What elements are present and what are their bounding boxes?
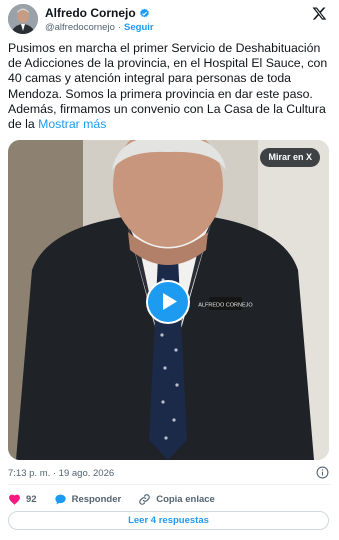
- reply-label: Responder: [71, 493, 122, 505]
- divider: [8, 484, 331, 485]
- tweet-card: Alfredo Cornejo @alfredocornejo · Seguir…: [0, 0, 339, 540]
- follow-button[interactable]: Seguir: [124, 22, 154, 33]
- heart-icon: [9, 494, 20, 505]
- copy-link-label: Copia enlace: [156, 493, 215, 505]
- reply-button[interactable]: Responder: [54, 493, 122, 506]
- tweet-header: Alfredo Cornejo @alfredocornejo · Seguir: [8, 4, 331, 36]
- x-logo-icon[interactable]: [312, 6, 327, 21]
- author-name[interactable]: Alfredo Cornejo: [45, 6, 136, 20]
- info-icon[interactable]: [316, 466, 329, 479]
- tweet-timestamp[interactable]: 7:13 p. m. · 19 ago. 2026: [8, 468, 114, 479]
- link-icon: [139, 493, 150, 505]
- show-more-link[interactable]: Mostrar más: [38, 117, 106, 131]
- like-button[interactable]: 92: [8, 493, 37, 506]
- verified-badge-icon: [139, 8, 149, 17]
- action-bar: 92 Responder Copia enlace: [8, 490, 331, 508]
- watch-on-x-button[interactable]: Mirar en X: [260, 148, 320, 167]
- author-handle-row: @alfredocornejo · Seguir: [45, 22, 154, 33]
- read-replies-button[interactable]: Leer 4 respuestas: [8, 511, 329, 530]
- tweet-text: Pusimos en marcha el primer Servicio de …: [8, 41, 331, 132]
- reply-bubble-icon: [54, 494, 66, 504]
- play-button[interactable]: [146, 280, 190, 324]
- separator-dot: ·: [117, 22, 122, 33]
- video-player[interactable]: ALFREDO CORNEJO Mirar en X: [8, 140, 329, 460]
- copy-link-button[interactable]: Copia enlace: [138, 493, 215, 506]
- avatar[interactable]: [8, 4, 38, 34]
- like-count: 92: [26, 493, 37, 505]
- author-name-row: Alfredo Cornejo: [45, 6, 150, 20]
- play-icon: [163, 293, 177, 310]
- name-badge-text: ALFREDO CORNEJO: [198, 303, 253, 309]
- author-handle[interactable]: @alfredocornejo: [45, 22, 115, 33]
